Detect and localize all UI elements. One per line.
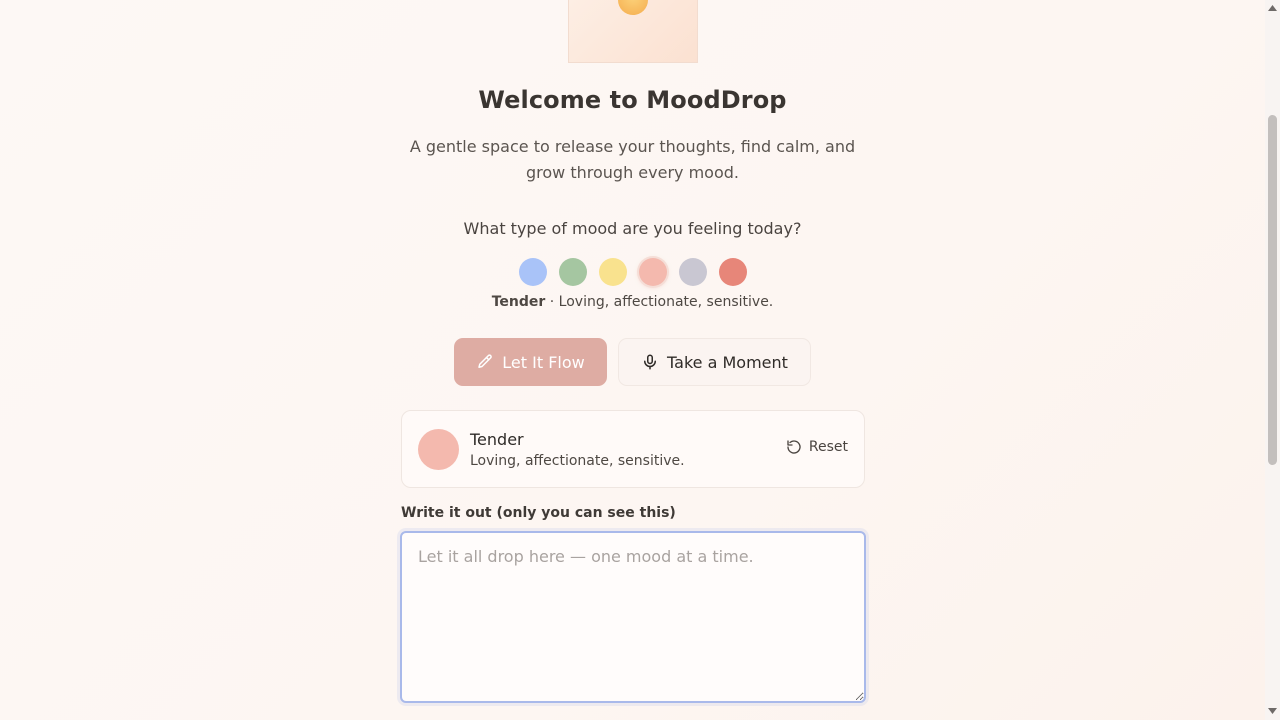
mood-option-grounded[interactable] [559, 258, 587, 286]
mood-option-angry[interactable] [719, 258, 747, 286]
microphone-icon [641, 353, 659, 371]
journal-input[interactable] [400, 531, 866, 703]
pencil-icon [476, 353, 494, 371]
journal-label: Write it out (only you can see this) [401, 505, 676, 521]
let-it-flow-label: Let It Flow [502, 352, 585, 372]
reset-icon [786, 439, 802, 455]
scroll-up-icon[interactable] [1265, 2, 1280, 14]
scroll-down-icon[interactable] [1265, 705, 1280, 717]
page-scrollbar[interactable] [1265, 0, 1280, 720]
page-subtitle: A gentle space to release your thoughts,… [409, 137, 856, 182]
mood-caption-separator: · [545, 294, 559, 310]
reset-label: Reset [808, 439, 848, 455]
mood-option-tender[interactable] [639, 258, 667, 286]
sun-icon [618, 0, 648, 15]
take-a-moment-button[interactable]: Take a Moment [618, 338, 811, 386]
mood-question: What type of mood are you feeling today? [463, 219, 802, 238]
selected-mood-card: Tender Loving, affectionate, sensitive. … [401, 410, 865, 488]
mood-caption: Tender · Loving, affectionate, sensitive… [0, 294, 1265, 310]
mood-option-numb[interactable] [679, 258, 707, 286]
let-it-flow-button[interactable]: Let It Flow [454, 338, 607, 386]
mood-option-joyful[interactable] [599, 258, 627, 286]
mood-caption-name: Tender [491, 294, 546, 310]
mood-swatch [418, 429, 459, 470]
page-title: Welcome to MoodDrop [478, 86, 787, 114]
mood-caption-description: Loving, affectionate, sensitive. [558, 294, 774, 310]
hero-illustration [568, 0, 698, 63]
selected-mood-name: Tender [470, 430, 524, 449]
scroll-thumb[interactable] [1268, 115, 1277, 465]
selected-mood-description: Loving, affectionate, sensitive. [470, 453, 685, 469]
mood-option-calm[interactable] [519, 258, 547, 286]
reset-button[interactable]: Reset [786, 439, 848, 455]
take-a-moment-label: Take a Moment [667, 352, 788, 372]
